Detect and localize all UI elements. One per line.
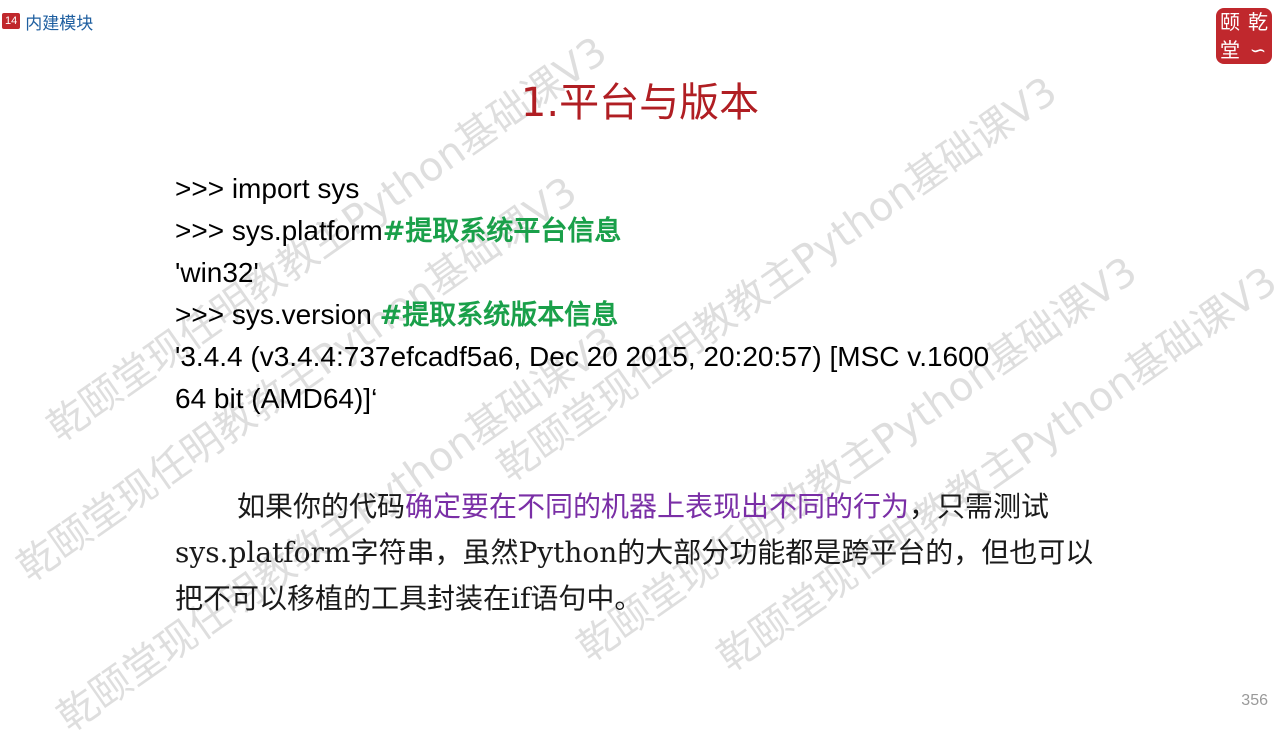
paragraph-highlight: 确定要在不同的机器上表现出不同的行为 — [405, 490, 910, 523]
logo-char: 乾 — [1248, 10, 1268, 34]
code-line: >>> sys.platform#提取系统平台信息 — [175, 210, 1135, 252]
code-line: 'win32' — [175, 252, 1135, 294]
code-line: '3.4.4 (v3.4.4:737efcadf5a6, Dec 20 2015… — [175, 336, 1135, 378]
brand-logo: 颐 乾 堂 ∽ — [1216, 8, 1272, 64]
chapter-title: 内建模块 — [25, 13, 94, 34]
code-line: >>> import sys — [175, 168, 1135, 210]
logo-char: 颐 — [1220, 10, 1240, 34]
page-number: 356 — [1241, 692, 1268, 709]
code-comment: #提取系统平台信息 — [382, 216, 622, 247]
code-line: >>> sys.version #提取系统版本信息 — [175, 294, 1135, 336]
chapter-badge: 14 — [2, 13, 21, 29]
code-text: 'win32' — [175, 257, 259, 288]
code-comment: #提取系统版本信息 — [379, 300, 619, 331]
code-text: 64 bit (AMD64)]‘ — [175, 383, 378, 414]
header: 14 内建模块 — [0, 10, 94, 34]
code-text: >>> sys.platform — [175, 215, 383, 246]
code-block: >>> import sys >>> sys.platform#提取系统平台信息… — [175, 168, 1135, 420]
explanation-paragraph: 如果你的代码确定要在不同的机器上表现出不同的行为，只需测试sys.platfor… — [175, 484, 1105, 622]
logo-char: ∽ — [1249, 38, 1267, 62]
slide-title: 1.平台与版本 — [520, 80, 760, 126]
paragraph-text: 如果你的代码 — [237, 490, 406, 523]
logo-char: 堂 — [1220, 38, 1240, 62]
code-text: >>> sys.version — [175, 299, 380, 330]
code-text: '3.4.4 (v3.4.4:737efcadf5a6, Dec 20 2015… — [175, 341, 990, 372]
code-line: 64 bit (AMD64)]‘ — [175, 378, 1135, 420]
code-text: >>> import sys — [175, 173, 360, 204]
